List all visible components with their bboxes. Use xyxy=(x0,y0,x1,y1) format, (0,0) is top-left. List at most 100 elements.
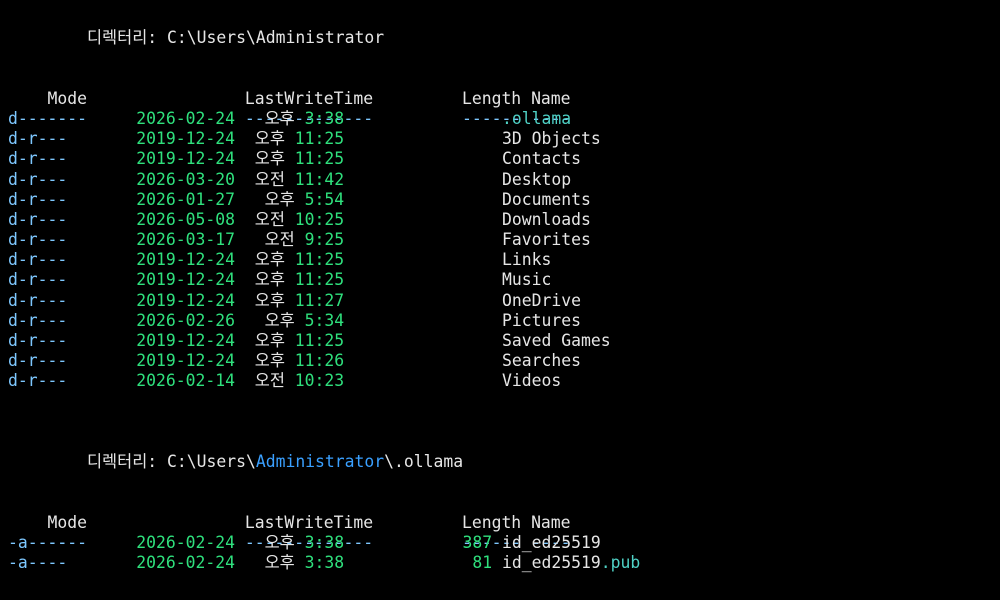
table-row: d----- 2026-02-24 오후 3:38 .ollama xyxy=(8,109,1000,129)
directory-path-prefix: C:\Users\ xyxy=(167,452,256,472)
row-ampm: 오후 xyxy=(254,290,285,310)
table-row: d-r--- 2026-02-14 오전 10:23 Videos xyxy=(8,371,1000,391)
row-time: 3:38 xyxy=(304,532,345,552)
row-name: id_ed25519 xyxy=(502,532,601,552)
row-name: Documents xyxy=(502,189,591,209)
row-mode: d-r--- xyxy=(8,290,68,310)
table-row: d-r--- 2019-12-24 오후 11:25 Contacts xyxy=(8,149,1000,169)
row-mode: d-r--- xyxy=(8,250,68,270)
row-name: 3D Objects xyxy=(502,129,601,149)
row-mode: d-r--- xyxy=(8,270,68,290)
row-mode: d-r--- xyxy=(8,310,68,330)
row-date: 2026-02-24 xyxy=(136,553,235,573)
row-date: 2026-01-27 xyxy=(136,189,235,209)
row-date: 2019-12-24 xyxy=(136,250,235,270)
row-name: Desktop xyxy=(502,169,572,189)
row-date: 2019-12-24 xyxy=(136,290,235,310)
row-ampm: 오후 xyxy=(254,129,285,149)
row-name: Links xyxy=(502,250,552,270)
row-time: 11:26 xyxy=(294,351,345,371)
table-row: d-r--- 2026-03-20 오전 11:42 Desktop xyxy=(8,170,1000,190)
row-length: 81 xyxy=(472,553,493,573)
table-row: d-r--- 2026-05-08 오전 10:25 Downloads xyxy=(8,210,1000,230)
row-time: 3:38 xyxy=(304,108,345,128)
row-date: 2026-02-26 xyxy=(136,310,235,330)
row-date: 2026-02-24 xyxy=(136,108,235,128)
row-date: 2026-02-24 xyxy=(136,532,235,552)
directory-label: 디렉터리: xyxy=(86,452,158,472)
row-ampm: 오전 xyxy=(264,230,295,250)
row-ampm: 오후 xyxy=(254,250,285,270)
directory-line: 디렉터리: C:\Users\Administrator\.ollama xyxy=(8,432,1000,471)
row-ampm: 오후 xyxy=(254,270,285,290)
row-date: 2026-03-20 xyxy=(136,169,235,189)
row-length: 387 xyxy=(462,532,493,552)
row-mode: d-r--- xyxy=(8,209,68,229)
row-name: Pictures xyxy=(502,310,581,330)
header-length: Length xyxy=(461,88,522,108)
row-ampm: 오전 xyxy=(254,371,285,391)
row-time: 11:25 xyxy=(294,331,345,350)
directory-path-highlight: Administrator xyxy=(255,452,385,472)
header-length: Length xyxy=(461,512,522,532)
directory-path-suffix: \.ollama xyxy=(384,452,464,472)
row-mode: d-r--- xyxy=(8,351,68,371)
row-name-base: id_ed25519 xyxy=(502,553,601,573)
row-mode: -a---- xyxy=(8,532,68,552)
row-name: Contacts xyxy=(502,149,581,169)
row-time: 11:27 xyxy=(294,290,345,310)
table-row: -a---- 2026-02-24 오후 3:38 81 id_ed25519.… xyxy=(8,553,1000,573)
row-date: 2026-02-14 xyxy=(136,371,235,391)
row-date: 2019-12-24 xyxy=(136,351,235,371)
table-row: d-r--- 2026-02-26 오후 5:34 Pictures xyxy=(8,311,1000,331)
row-mode: d-r--- xyxy=(8,371,68,391)
row-date: 2019-12-24 xyxy=(136,270,235,290)
table-row: d-r--- 2019-12-24 오후 11:25 Music xyxy=(8,270,1000,290)
row-ampm: 오후 xyxy=(264,108,295,128)
listing-rows: d----- 2026-02-24 오후 3:38 .ollama d-r---… xyxy=(8,109,1000,392)
header-mode: Mode xyxy=(47,88,87,108)
directory-path: C:\Users\Administrator xyxy=(167,28,385,48)
column-headers: Mode LastWriteTime Length Name xyxy=(8,493,1000,532)
row-ampm: 오전 xyxy=(254,169,285,189)
row-date: 2019-12-24 xyxy=(136,129,235,149)
header-name: Name xyxy=(531,88,571,108)
directory-label: 디렉터리: xyxy=(86,28,158,48)
row-name: Videos xyxy=(502,371,562,391)
row-time: 11:25 xyxy=(294,270,345,290)
table-row: d-r--- 2019-12-24 오후 11:27 OneDrive xyxy=(8,291,1000,311)
row-ampm: 오후 xyxy=(254,149,285,169)
row-mode: d-r--- xyxy=(8,169,68,189)
row-time: 9:25 xyxy=(304,230,345,250)
row-mode: -a---- xyxy=(8,553,68,573)
directory-line: 디렉터리: C:\Users\Administrator xyxy=(8,8,1000,47)
row-mode: d-r--- xyxy=(8,149,68,169)
row-ampm: 오후 xyxy=(264,532,295,552)
row-mode: d-r--- xyxy=(8,230,68,250)
row-time: 5:34 xyxy=(304,310,345,330)
column-headers: Mode LastWriteTime Length Name xyxy=(8,69,1000,108)
terminal-window[interactable]: 디렉터리: C:\Users\Administrator Mode LastWr… xyxy=(0,0,1000,600)
row-time: 11:25 xyxy=(294,250,345,270)
row-mode: d-r--- xyxy=(8,189,68,209)
row-time: 11:42 xyxy=(294,169,345,189)
row-name: OneDrive xyxy=(502,290,581,310)
table-row: d-r--- 2019-12-24 오후 11:25 Saved Games xyxy=(8,331,1000,351)
row-ampm: 오후 xyxy=(254,351,285,371)
row-name: Searches xyxy=(502,351,581,371)
row-name: Saved Games xyxy=(502,331,611,350)
row-name: Music xyxy=(502,270,552,290)
row-date: 2026-03-17 xyxy=(136,230,235,250)
row-mode: d-r--- xyxy=(8,331,68,350)
row-name: Favorites xyxy=(502,230,591,250)
row-date: 2019-12-24 xyxy=(136,149,235,169)
row-time: 3:38 xyxy=(304,553,345,573)
row-time: 5:54 xyxy=(304,189,345,209)
table-row: d-r--- 2019-12-24 오후 11:25 3D Objects xyxy=(8,129,1000,149)
header-lastwritetime: LastWriteTime xyxy=(244,512,374,532)
